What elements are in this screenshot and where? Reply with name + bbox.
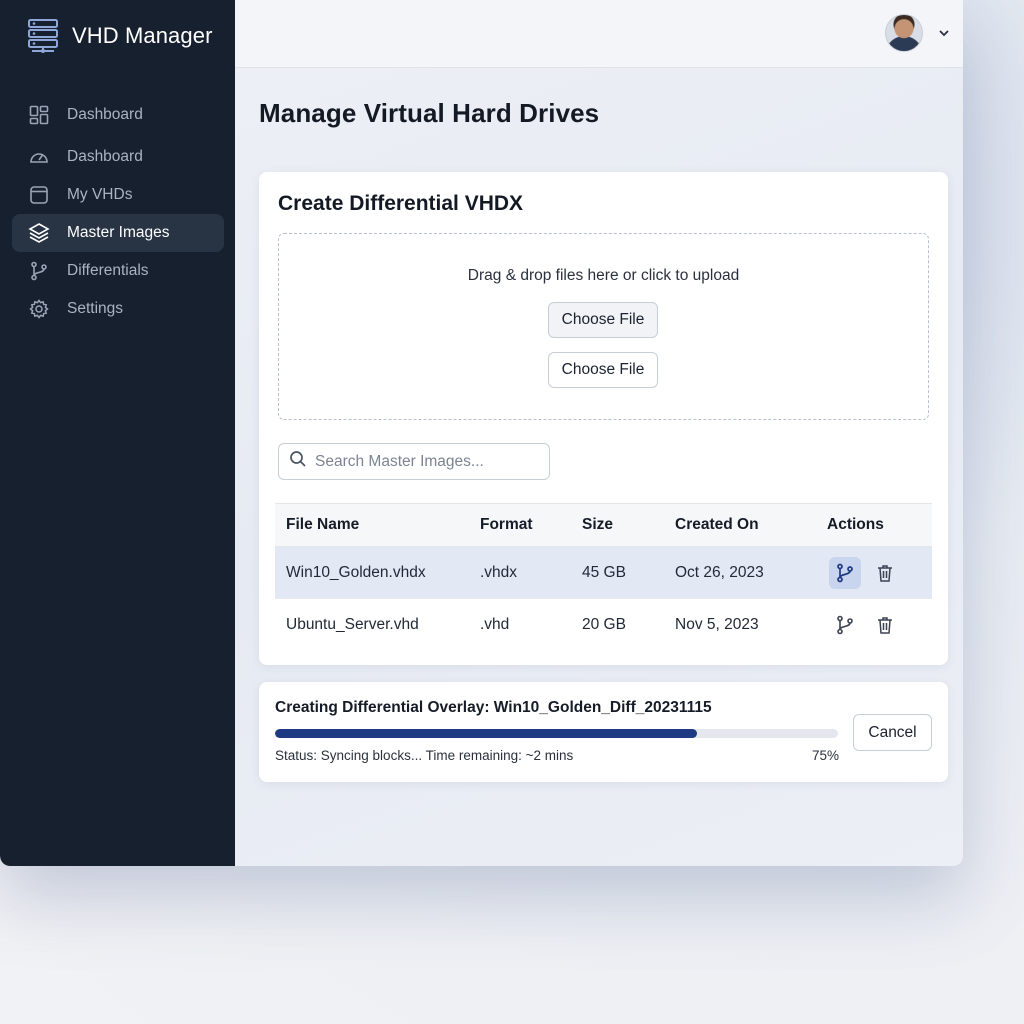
progress-percent: 75% (812, 748, 840, 763)
table-row[interactable]: Ubuntu_Server.vhd .vhd 20 GB Nov 5, 2023 (275, 599, 932, 651)
master-images-table: File Name Format Size Created On Actions… (275, 503, 932, 651)
chevron-down-icon[interactable] (937, 26, 951, 40)
sidebar-item-label: My VHDs (67, 186, 133, 203)
file-size: 45 GB (582, 563, 626, 581)
drive-icon (28, 184, 50, 206)
progress-title: Creating Differential Overlay: Win10_Gol… (275, 699, 712, 716)
top-bar (235, 0, 963, 68)
choose-file-button-2[interactable]: Choose File (548, 352, 658, 388)
sidebar-item-label: Dashboard (67, 106, 143, 123)
file-name: Win10_Golden.vhdx (286, 563, 426, 581)
search-placeholder: Search Master Images... (315, 452, 484, 470)
app-title: VHD Manager (72, 23, 213, 48)
sidebar-item-label: Differentials (67, 262, 149, 279)
app-window: VHD Manager Dashboard Dashboard My VHDs … (0, 0, 963, 866)
sidebar-item-dashboard[interactable]: Dashboard (12, 96, 224, 134)
created-on: Nov 5, 2023 (675, 616, 759, 633)
cancel-button[interactable]: Cancel (853, 714, 932, 751)
column-header: Actions (827, 516, 884, 533)
layers-icon (28, 222, 50, 244)
progress-bar (275, 729, 838, 738)
file-size: 20 GB (582, 616, 626, 633)
file-name: Ubuntu_Server.vhd (286, 616, 419, 633)
user-avatar[interactable] (885, 14, 923, 52)
create-differential-card: Create Differential VHDX Drag & drop fil… (259, 172, 948, 665)
sidebar-nav: Dashboard Dashboard My VHDs Master Image… (12, 96, 224, 328)
created-on: Oct 26, 2023 (675, 563, 764, 581)
file-dropzone[interactable]: Drag & drop files here or click to uploa… (278, 233, 929, 420)
search-icon (289, 450, 307, 473)
column-header[interactable]: Format (480, 504, 533, 546)
choose-file-button[interactable]: Choose File (548, 302, 658, 338)
card-title: Create Differential VHDX (278, 192, 524, 215)
delete-trash-icon[interactable] (869, 609, 901, 641)
dropzone-text: Drag & drop files here or click to uploa… (467, 267, 740, 284)
gauge-icon (28, 146, 50, 168)
sidebar-item-settings[interactable]: Settings (12, 290, 224, 328)
table-header: File Name Format Size Created On Actions (275, 503, 932, 547)
column-header[interactable]: Created On (675, 504, 759, 546)
sidebar-item-differentials[interactable]: Differentials (12, 252, 224, 290)
file-format: .vhd (480, 616, 510, 633)
sidebar-item-dashboard-2[interactable]: Dashboard (12, 138, 224, 176)
sidebar-item-master-images[interactable]: Master Images (12, 214, 224, 252)
progress-status: Status: Syncing blocks... Time remaining… (275, 748, 574, 763)
sidebar-item-label: Settings (67, 300, 124, 317)
page-title: Manage Virtual Hard Drives (259, 98, 600, 128)
branch-icon (28, 260, 50, 282)
gear-icon (28, 298, 50, 320)
column-header[interactable]: Size (582, 504, 613, 546)
column-header[interactable]: File Name (286, 504, 359, 546)
search-input[interactable]: Search Master Images... (278, 443, 550, 480)
progress-bar-fill (275, 729, 698, 738)
sidebar-item-my-vhds[interactable]: My VHDs (12, 176, 224, 214)
table-row[interactable]: Win10_Golden.vhdx .vhdx 45 GB Oct 26, 20… (275, 547, 932, 599)
progress-card: Creating Differential Overlay: Win10_Gol… (259, 682, 948, 782)
sidebar: VHD Manager Dashboard Dashboard My VHDs … (0, 0, 235, 866)
create-differential-branch-icon[interactable] (829, 557, 861, 589)
delete-trash-icon[interactable] (869, 557, 901, 589)
brand: VHD Manager (28, 18, 213, 54)
file-format: .vhdx (480, 563, 518, 581)
server-icon (28, 18, 58, 54)
grid-icon (28, 104, 50, 126)
create-differential-branch-icon[interactable] (829, 609, 861, 641)
sidebar-item-label: Dashboard (67, 148, 143, 165)
sidebar-item-label: Master Images (67, 224, 170, 241)
